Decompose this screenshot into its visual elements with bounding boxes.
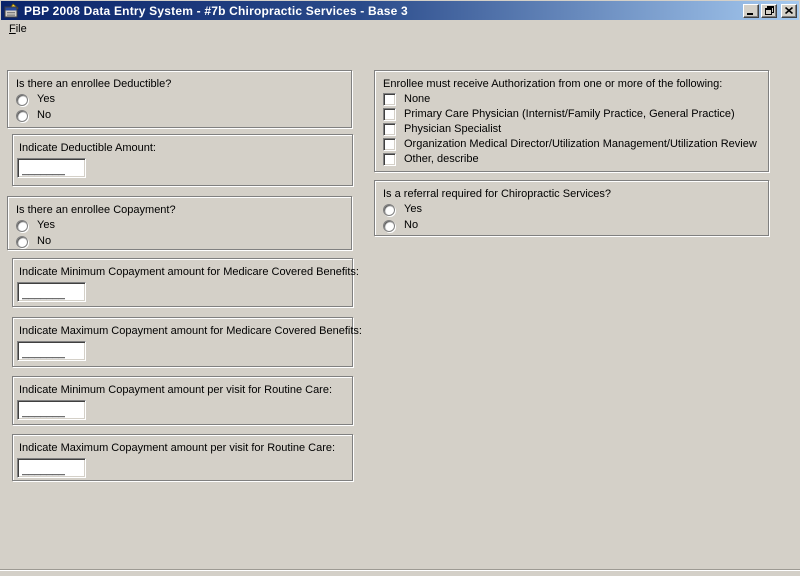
restore-button[interactable] bbox=[761, 3, 777, 18]
group-title: Indicate Minimum Copayment amount for Me… bbox=[19, 266, 359, 278]
authorization-specialist-checkbox[interactable] bbox=[383, 123, 396, 136]
checkbox-row-specialist: Physician Specialist bbox=[383, 123, 760, 136]
restore-icon bbox=[764, 6, 774, 15]
menu-bar: File bbox=[1, 20, 799, 38]
group-referral-question: Is a referral required for Chiropractic … bbox=[374, 180, 769, 236]
group-copayment-question: Is there an enrollee Copayment? Yes No bbox=[7, 196, 352, 250]
max-copay-routine-input[interactable] bbox=[17, 458, 86, 478]
min-copay-routine-input[interactable] bbox=[17, 400, 86, 420]
menu-file[interactable]: File bbox=[3, 21, 33, 37]
radio-label: No bbox=[37, 109, 52, 121]
close-button[interactable] bbox=[781, 3, 797, 18]
radio-row-copayment-no: No bbox=[16, 235, 343, 248]
group-deductible-amount: Indicate Deductible Amount: bbox=[12, 134, 353, 186]
checkbox-label: Organization Medical Director/Utilizatio… bbox=[404, 138, 757, 150]
radio-label: Yes bbox=[37, 93, 55, 105]
deductible-no-radio[interactable] bbox=[16, 109, 28, 122]
min-copay-medicare-input[interactable] bbox=[17, 282, 86, 302]
group-title: Is a referral required for Chiropractic … bbox=[383, 188, 612, 200]
copayment-no-radio[interactable] bbox=[16, 235, 28, 248]
radio-label: Yes bbox=[404, 203, 422, 215]
referral-no-radio[interactable] bbox=[383, 219, 395, 232]
minimize-button[interactable] bbox=[743, 3, 759, 18]
radio-row-referral-no: No bbox=[383, 219, 760, 232]
minimize-icon bbox=[747, 12, 753, 15]
group-title: Indicate Deductible Amount: bbox=[19, 142, 156, 154]
checkbox-label: Physician Specialist bbox=[404, 123, 502, 135]
taskbar-body[interactable] bbox=[0, 571, 800, 576]
radio-label: Yes bbox=[37, 219, 55, 231]
group-title: Enrollee must receive Authorization from… bbox=[383, 78, 723, 90]
group-deductible-question: Is there an enrollee Deductible? Yes No bbox=[7, 70, 352, 128]
close-icon bbox=[785, 7, 793, 14]
group-min-copay-medicare: Indicate Minimum Copayment amount for Me… bbox=[12, 258, 359, 307]
taskbar-top-edge bbox=[0, 569, 800, 576]
group-title: Is there an enrollee Deductible? bbox=[16, 78, 172, 90]
group-max-copay-medicare: Indicate Maximum Copayment amount for Me… bbox=[12, 317, 362, 367]
group-authorization: Enrollee must receive Authorization from… bbox=[374, 70, 769, 172]
checkbox-label: None bbox=[404, 93, 431, 105]
window-titlebar[interactable]: PBP 2008 Data Entry System - #7b Chiropr… bbox=[1, 1, 799, 20]
max-copay-medicare-input[interactable] bbox=[17, 341, 86, 361]
checkbox-row-pcp: Primary Care Physician (Internist/Family… bbox=[383, 108, 760, 121]
authorization-org-director-checkbox[interactable] bbox=[383, 138, 396, 151]
deductible-yes-radio[interactable] bbox=[16, 93, 28, 106]
deductible-amount-input[interactable] bbox=[17, 158, 86, 178]
referral-yes-radio[interactable] bbox=[383, 203, 395, 216]
radio-label: No bbox=[404, 219, 419, 231]
window-title: PBP 2008 Data Entry System - #7b Chiropr… bbox=[24, 3, 408, 18]
authorization-pcp-checkbox[interactable] bbox=[383, 108, 396, 121]
group-min-copay-routine: Indicate Minimum Copayment amount per vi… bbox=[12, 376, 353, 425]
application-window: { "window": { "title": "PBP 2008 Data En… bbox=[0, 0, 800, 576]
app-icon bbox=[4, 2, 19, 17]
checkbox-label: Primary Care Physician (Internist/Family… bbox=[404, 108, 735, 120]
radio-row-copayment-yes: Yes bbox=[16, 219, 343, 232]
authorization-none-checkbox[interactable] bbox=[383, 93, 396, 106]
radio-row-deductible-yes: Yes bbox=[16, 93, 343, 106]
checkbox-label: Other, describe bbox=[404, 153, 479, 165]
checkbox-row-org-director: Organization Medical Director/Utilizatio… bbox=[383, 138, 760, 151]
radio-row-referral-yes: Yes bbox=[383, 203, 760, 216]
radio-label: No bbox=[37, 235, 52, 247]
copayment-yes-radio[interactable] bbox=[16, 219, 28, 232]
group-title: Is there an enrollee Copayment? bbox=[16, 204, 176, 216]
window-controls bbox=[741, 3, 797, 18]
checkbox-row-other: Other, describe bbox=[383, 153, 760, 166]
group-title: Indicate Maximum Copayment amount per vi… bbox=[19, 442, 336, 454]
authorization-other-checkbox[interactable] bbox=[383, 153, 396, 166]
group-title: Indicate Maximum Copayment amount for Me… bbox=[19, 325, 362, 337]
group-title: Indicate Minimum Copayment amount per vi… bbox=[19, 384, 333, 396]
radio-row-deductible-no: No bbox=[16, 109, 343, 122]
group-max-copay-routine: Indicate Maximum Copayment amount per vi… bbox=[12, 434, 353, 481]
checkbox-row-none: None bbox=[383, 93, 760, 106]
